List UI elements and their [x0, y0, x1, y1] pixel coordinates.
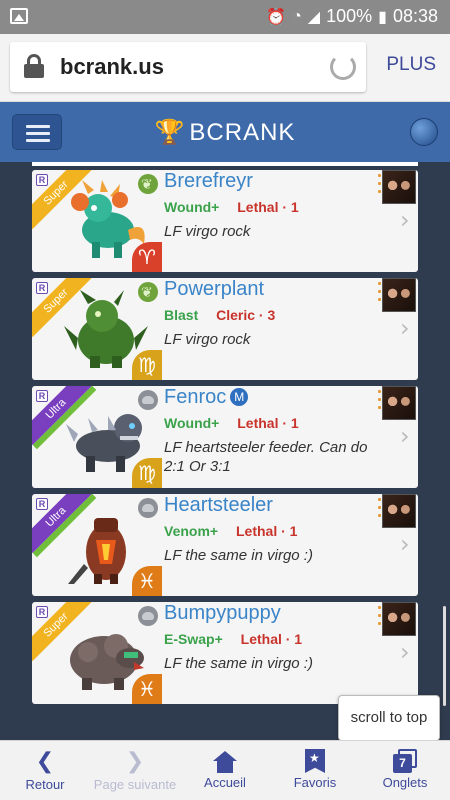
browser-toolbar: bcrank.us PLUS [0, 34, 450, 102]
chevron-left-icon: ❮ [35, 749, 55, 774]
battery-level: 100% [326, 6, 373, 26]
favorites-label: Favoris [293, 775, 337, 790]
trait-primary: Wound+ [164, 415, 220, 431]
home-label: Accueil [204, 775, 246, 790]
chevron-right-icon[interactable]: › [400, 208, 412, 232]
zodiac-virgo-icon: ♍ [132, 458, 162, 488]
lock-icon [24, 54, 44, 78]
listing-card[interactable]: R Ultra ♍ Fenroc M Wound+ Lethal · 1 LF h… [32, 386, 418, 488]
tabs-icon: 7 [393, 749, 417, 773]
dragon-name[interactable]: Heartsteeler [164, 494, 273, 517]
dragon-name-text: Fenroc [164, 386, 227, 408]
forward-label: Page suivante [93, 777, 177, 792]
trait-secondary: Cleric · 3 [216, 307, 276, 323]
home-button[interactable]: Accueil [180, 741, 270, 800]
app-header: 🏆 BCRANK [0, 102, 450, 162]
trait-primary: Venom+ [164, 523, 219, 539]
scrollbar[interactable] [443, 606, 446, 706]
r-badge-icon: R [36, 606, 48, 618]
earth-element-icon [138, 390, 158, 410]
trait-primary: E-Swap+ [164, 631, 223, 647]
plus-menu-button[interactable]: PLUS [386, 54, 436, 76]
listing-card[interactable]: R Ultra ♓ Heartsteeler Venom+ Lethal · 1… [32, 494, 418, 596]
brand-text: BCRANK [189, 119, 296, 146]
listing-note: LF the same in virgo :) [164, 655, 313, 672]
url-text: bcrank.us [60, 54, 164, 79]
dragon-name[interactable]: Fenroc M [164, 386, 249, 409]
battery-icon: ▮ [378, 8, 387, 26]
mentor-badge-icon: M [230, 388, 249, 406]
alarm-icon: ⏰ [266, 8, 287, 26]
traits: Wound+ Lethal · 1 [164, 415, 299, 431]
zodiac-virgo-icon: ♍ [132, 350, 162, 380]
listing-card[interactable]: R Super ♓ Bumpypuppy E-Swap+ Lethal · 1 … [32, 602, 418, 704]
signal-icon: ◢ [307, 8, 321, 26]
trait-primary: Blast [164, 307, 199, 323]
reload-icon[interactable] [330, 54, 356, 80]
dragon-name[interactable]: Brerefreyr [164, 170, 253, 193]
chevron-right-icon: ❯ [125, 749, 145, 774]
earth-element-icon [138, 606, 158, 626]
tabs-count: 7 [393, 754, 412, 773]
traits: Venom+ Lethal · 1 [164, 523, 297, 539]
chevron-right-icon[interactable]: › [400, 640, 412, 664]
r-badge-icon: R [36, 498, 48, 510]
r-badge-icon: R [36, 390, 48, 402]
forward-button[interactable]: ❯ Page suivante [90, 741, 180, 800]
user-avatar[interactable] [382, 386, 416, 420]
earth-element-icon [138, 498, 158, 518]
zodiac-pisces-icon: ♓ [132, 674, 162, 704]
chevron-right-icon[interactable]: › [400, 532, 412, 556]
address-bar[interactable]: bcrank.us [10, 42, 366, 92]
listing-note: LF heartsteeler feeder. Can do 2:1 Or 3:… [164, 439, 368, 475]
clock: 08:38 [392, 6, 438, 26]
traits: Blast Cleric · 3 [164, 307, 275, 323]
tabs-button[interactable]: 7 Onglets [360, 741, 450, 800]
listing-note: LF virgo rock [164, 223, 251, 240]
status-bar: ⏰ ◔ ◢ 100% ▮ 08:38 [0, 0, 450, 34]
user-avatar[interactable] [382, 278, 416, 312]
trophy-icon: 🏆 [154, 119, 186, 146]
back-button[interactable]: ❮ Retour [0, 741, 90, 800]
dragon-name[interactable]: Powerplant [164, 278, 264, 301]
traits: E-Swap+ Lethal · 1 [164, 631, 302, 647]
listing-note: LF the same in virgo :) [164, 547, 313, 564]
favorites-button[interactable]: Favoris [270, 741, 360, 800]
chevron-right-icon[interactable]: › [400, 424, 412, 448]
listing-card[interactable]: R Super ♍ Powerplant Blast Cleric · 3 LF… [32, 278, 418, 380]
brand-logo[interactable]: 🏆 BCRANK [0, 118, 450, 147]
browser-bottom-nav: ❮ Retour ❯ Page suivante Accueil Favoris… [0, 740, 450, 800]
home-icon [213, 751, 237, 773]
listing-note: LF virgo rock [164, 331, 251, 348]
back-label: Retour [25, 777, 65, 792]
previous-card-edge [32, 162, 418, 166]
trait-primary: Wound+ [164, 199, 220, 215]
zodiac-aries-icon: ♈ [132, 242, 162, 272]
globe-icon[interactable] [410, 118, 438, 146]
nature-element-icon [138, 174, 158, 194]
dragon-name[interactable]: Bumpypuppy [164, 602, 281, 625]
tabs-label: Onglets [382, 775, 428, 790]
user-avatar[interactable] [382, 602, 416, 636]
zodiac-pisces-icon: ♓ [132, 566, 162, 596]
user-avatar[interactable] [382, 494, 416, 528]
r-badge-icon: R [36, 282, 48, 294]
user-avatar[interactable] [382, 170, 416, 204]
gallery-notification-icon [10, 8, 28, 24]
trait-secondary: Lethal · 1 [237, 199, 299, 215]
traits: Wound+ Lethal · 1 [164, 199, 299, 215]
nature-element-icon [138, 282, 158, 302]
trait-secondary: Lethal · 1 [240, 631, 303, 647]
status-icons: ⏰ ◔ ◢ 100% ▮ 08:38 [266, 6, 438, 27]
listing-card[interactable]: R Super ♈ Brerefreyr Wound+ Lethal · 1 L… [32, 170, 418, 272]
listing-feed[interactable]: R Super ♈ Brerefreyr Wound+ Lethal · 1 L… [0, 162, 450, 740]
trait-secondary: Lethal · 1 [237, 415, 299, 431]
trait-secondary: Lethal · 1 [235, 523, 298, 539]
r-badge-icon: R [36, 174, 48, 186]
chevron-right-icon[interactable]: › [400, 316, 412, 340]
scroll-to-top-button[interactable]: scroll to top [338, 695, 440, 741]
bookmark-star-icon [305, 749, 325, 773]
wifi-icon: ◔ [292, 7, 302, 25]
